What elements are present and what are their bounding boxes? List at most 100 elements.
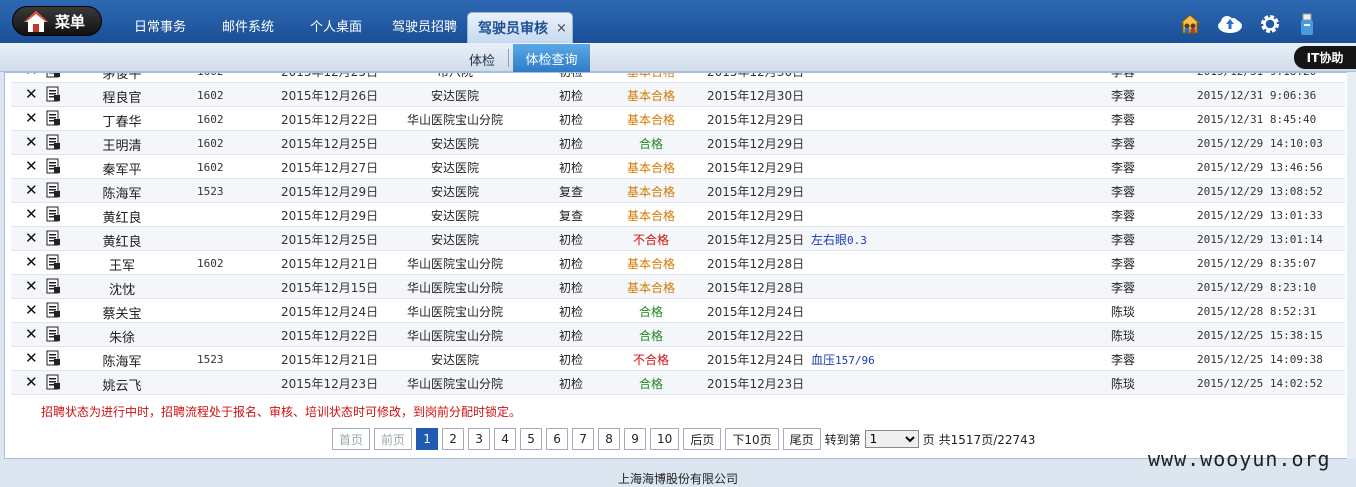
next-page-button[interactable]: 后页 [683, 428, 722, 450]
hospital: 安达医院 [430, 209, 479, 223]
document-icon[interactable] [45, 254, 61, 270]
table-row: ✕ 蔡关宝 2015年12月24日 华山医院宝山分院 初检 合格 2015年12月24日 陈琰… [11, 299, 1345, 323]
document-icon[interactable] [45, 206, 61, 222]
document-icon[interactable] [45, 134, 61, 150]
record-time: 2015/12/29 13:46:56 [1197, 161, 1323, 174]
operator: 李蓉 [1110, 353, 1135, 367]
tab-driver-review[interactable]: 驾驶员审核 × [467, 12, 573, 43]
delete-icon[interactable]: ✕ [25, 157, 38, 175]
pagination: 首页 前页 1 2 3 4 5 6 7 8 9 10 后页 下10页 尾页 转到第 1 页 共15… [332, 428, 1035, 450]
exam-type: 初检 [558, 353, 583, 367]
page-6-button[interactable]: 6 [546, 428, 569, 450]
scrollbar[interactable] [1347, 72, 1356, 459]
usb-icon[interactable] [1299, 13, 1315, 35]
exam-type: 复查 [558, 185, 583, 199]
document-icon[interactable] [45, 350, 61, 366]
exam-result: 合格 [638, 329, 663, 343]
delete-icon[interactable]: ✕ [25, 205, 38, 223]
document-icon[interactable] [45, 374, 61, 390]
exam-type: 初检 [558, 233, 583, 247]
vehicle-code: 1602 [197, 73, 224, 78]
recruitment-notice: 招聘状态为进行中时，招聘流程处于报名、审核、培训状态时可修改，到岗前分配时锁定。 [41, 405, 522, 419]
exam-result: 合格 [638, 137, 663, 151]
prev-page-button[interactable]: 前页 [374, 428, 413, 450]
exam-type: 初检 [558, 257, 583, 271]
document-icon[interactable] [45, 326, 61, 342]
document-icon[interactable] [45, 110, 61, 126]
close-tab-icon[interactable]: × [556, 21, 567, 36]
exam-date: 2015年12月25日 [281, 233, 379, 247]
delete-icon[interactable]: ✕ [25, 373, 38, 391]
delete-icon[interactable]: ✕ [25, 73, 38, 79]
table-row: ✕ 黄红良 2015年12月29日 安达医院 复查 基本合格 2015年12月29日 李蓉 20… [11, 203, 1345, 227]
sub-tab-bar: 体检 体检查询 [0, 43, 1356, 72]
exam-type: 复查 [558, 209, 583, 223]
it-help-button[interactable]: IT协助 [1294, 46, 1356, 69]
record-time: 2015/12/29 13:08:52 [1197, 185, 1323, 198]
driver-name: 程良官 [102, 91, 142, 106]
delete-icon[interactable]: ✕ [25, 301, 38, 319]
operator: 李蓉 [1110, 113, 1135, 127]
review-date: 2015年12月30日 [707, 72, 805, 79]
subtab-exam-query[interactable]: 体检查询 [513, 44, 590, 72]
review-date: 2015年12月29日 [707, 113, 805, 127]
page-4-button[interactable]: 4 [494, 428, 517, 450]
users-icon[interactable] [1179, 13, 1201, 35]
document-icon[interactable] [45, 73, 61, 78]
page-3-button[interactable]: 3 [468, 428, 491, 450]
tab-daily-affairs[interactable]: 日常事务 [134, 16, 186, 35]
table-row: ✕ 沈忱 2015年12月15日 华山医院宝山分院 初检 基本合格 2015年12月28日 李… [11, 275, 1345, 299]
delete-icon[interactable]: ✕ [25, 133, 38, 151]
hospital: 安达医院 [430, 161, 479, 175]
subtab-physical-exam[interactable]: 体检 [469, 50, 495, 69]
document-icon[interactable] [45, 182, 61, 198]
document-icon[interactable] [45, 158, 61, 174]
exam-result: 基本合格 [626, 161, 675, 175]
page-5-button[interactable]: 5 [520, 428, 543, 450]
first-page-button[interactable]: 首页 [332, 428, 371, 450]
vehicle-code: 1602 [197, 137, 224, 150]
delete-icon[interactable]: ✕ [25, 325, 38, 343]
delete-icon[interactable]: ✕ [25, 85, 38, 103]
page-2-button[interactable]: 2 [442, 428, 465, 450]
cloud-upload-icon[interactable] [1217, 13, 1243, 35]
delete-icon[interactable]: ✕ [25, 109, 38, 127]
delete-icon[interactable]: ✕ [25, 349, 38, 367]
record-time: 2015/12/25 14:02:52 [1197, 377, 1323, 390]
page-1-button[interactable]: 1 [416, 428, 439, 450]
hospital: 华山医院宝山分院 [406, 329, 503, 343]
table-row: ✕ 陈海军 1523 2015年12月29日 安达医院 复查 基本合格 2015年12月29日… [11, 179, 1345, 203]
document-icon[interactable] [45, 302, 61, 318]
page-9-button[interactable]: 9 [624, 428, 647, 450]
document-icon[interactable] [45, 230, 61, 246]
goto-page-select[interactable]: 1 [864, 430, 919, 448]
last-page-button[interactable]: 尾页 [782, 428, 821, 450]
page-7-button[interactable]: 7 [572, 428, 595, 450]
exam-type: 初检 [558, 161, 583, 175]
exam-date: 2015年12月27日 [281, 161, 379, 175]
tab-driver-recruitment[interactable]: 驾驶员招聘 [392, 16, 457, 35]
top-navigation-bar: 菜单 日常事务 邮件系统 个人桌面 驾驶员招聘 驾驶员审核 × [0, 0, 1356, 43]
page-10-button[interactable]: 10 [650, 428, 680, 450]
vehicle-code: 1602 [197, 161, 224, 174]
exam-note: 左右眼0.3 [811, 231, 867, 248]
exam-date: 2015年12月21日 [281, 257, 379, 271]
delete-icon[interactable]: ✕ [25, 181, 38, 199]
tab-mail-system[interactable]: 邮件系统 [222, 16, 274, 35]
tab-personal-desktop[interactable]: 个人桌面 [310, 16, 362, 35]
delete-icon[interactable]: ✕ [25, 277, 38, 295]
delete-icon[interactable]: ✕ [25, 253, 38, 271]
menu-button[interactable]: 菜单 [12, 6, 102, 36]
vehicle-code: 1602 [197, 89, 224, 102]
hospital: 华山医院宝山分院 [406, 377, 503, 391]
driver-name: 茅俊平 [102, 72, 142, 82]
page-8-button[interactable]: 8 [598, 428, 621, 450]
next-ten-pages-button[interactable]: 下10页 [725, 428, 779, 450]
delete-icon[interactable]: ✕ [25, 229, 38, 247]
hospital: 市八院 [436, 72, 473, 79]
exam-note: 血压157/96 [811, 351, 875, 368]
document-icon[interactable] [45, 278, 61, 294]
exam-date: 2015年12月25日 [281, 72, 379, 79]
document-icon[interactable] [45, 86, 61, 102]
gear-icon[interactable] [1259, 13, 1281, 35]
